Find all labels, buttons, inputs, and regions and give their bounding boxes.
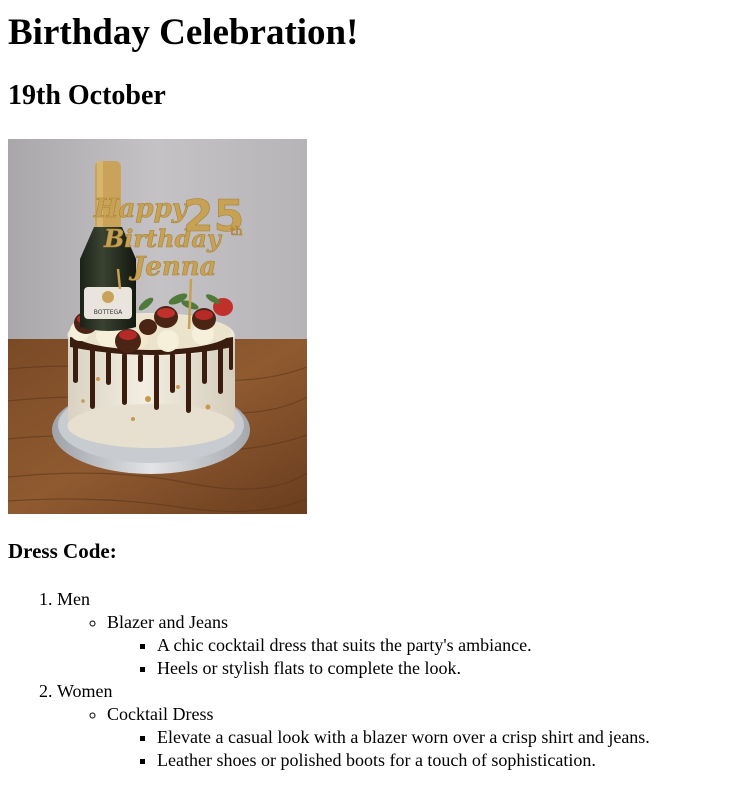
dress-code-list: Men Blazer and Jeans A chic cocktail dre… — [8, 588, 721, 772]
dress-code-item: Blazer and Jeans A chic cocktail dress t… — [107, 611, 721, 680]
birthday-cake-photo: BOTTEGA Happy Birthday Jenna 25 th — [8, 139, 307, 514]
item-label: Blazer and Jeans — [107, 612, 228, 632]
dress-code-group-men: Men Blazer and Jeans A chic cocktail dre… — [57, 588, 721, 680]
event-date: 19th October — [8, 80, 166, 111]
group-label: Women — [57, 681, 113, 701]
dress-code-heading: Dress Code: — [8, 539, 117, 563]
dress-code-detail: A chic cocktail dress that suits the par… — [157, 634, 721, 657]
group-label: Men — [57, 589, 90, 609]
svg-text:th: th — [230, 224, 243, 238]
item-label: Cocktail Dress — [107, 704, 214, 724]
dress-code-detail: Elevate a casual look with a blazer worn… — [157, 726, 721, 749]
dress-code-detail: Heels or stylish flats to complete the l… — [157, 657, 721, 680]
svg-text:BOTTEGA: BOTTEGA — [94, 309, 123, 316]
svg-text:Jenna: Jenna — [128, 252, 217, 282]
dress-code-detail: Leather shoes or polished boots for a to… — [157, 749, 721, 772]
dress-code-group-women: Women Cocktail Dress Elevate a casual lo… — [57, 680, 721, 772]
page-content: Birthday Celebration! 19th October BOTTE… — [0, 12, 729, 772]
dress-code-item: Cocktail Dress Elevate a casual look wit… — [107, 703, 721, 772]
page-title: Birthday Celebration! — [8, 12, 359, 53]
svg-text:Happy: Happy — [93, 194, 189, 224]
